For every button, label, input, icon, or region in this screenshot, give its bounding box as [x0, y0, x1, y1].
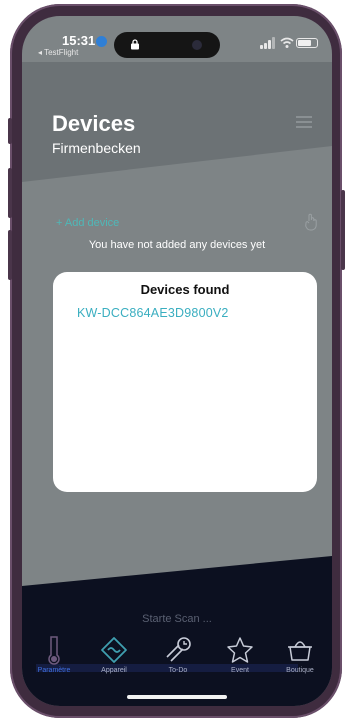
- shop-icon: [288, 641, 312, 661]
- volume-up-button: [8, 168, 12, 218]
- back-to-app-link[interactable]: ◂ TestFlight: [38, 48, 78, 57]
- device-icon: [101, 637, 127, 663]
- tab-label: Appareil: [101, 667, 127, 674]
- tab-event[interactable]: Event: [212, 635, 268, 683]
- thermometer-icon: [48, 636, 60, 665]
- dialog-title: Devices found: [140, 282, 230, 297]
- devices-found-dialog: Devices found KW-DCC864AE3D9800V2: [53, 272, 317, 492]
- star-icon: [227, 637, 253, 663]
- tab-parametre[interactable]: Paramètre: [26, 635, 82, 683]
- lock-icon: [131, 39, 139, 50]
- page-subtitle: Firmenbecken: [52, 140, 141, 156]
- side-button: [8, 118, 12, 144]
- tab-boutique[interactable]: Boutique: [272, 635, 328, 683]
- system-icons: [260, 37, 318, 49]
- page-title: Devices: [52, 111, 136, 136]
- found-device-item[interactable]: KW-DCC864AE3D9800V2: [77, 306, 229, 320]
- volume-down-button: [8, 230, 12, 280]
- tab-todo[interactable]: To-Do: [150, 635, 206, 683]
- tab-appareil[interactable]: Appareil: [86, 635, 142, 683]
- tab-label: Event: [231, 667, 249, 674]
- wifi-icon: [280, 37, 294, 48]
- status-bar: 15:31 ◂ TestFlight: [22, 16, 332, 62]
- empty-devices-message: You have not added any devices yet: [88, 239, 266, 251]
- app-screen: 15:31 ◂ TestFlight Devices Firmenbecken …: [22, 16, 332, 706]
- tab-label: Paramètre: [37, 667, 71, 674]
- dynamic-island: [114, 32, 220, 58]
- tab-label: Boutique: [286, 667, 314, 674]
- battery-icon: [296, 38, 318, 48]
- scan-status-text: Starte Scan ...: [142, 613, 212, 625]
- power-button: [341, 190, 345, 270]
- location-icon: [96, 36, 107, 47]
- home-indicator[interactable]: [127, 695, 227, 699]
- tab-bar: Paramètre Appareil To-Do Event Boutique: [22, 631, 332, 687]
- menu-icon[interactable]: [296, 116, 312, 128]
- add-device-button[interactable]: + Add device: [56, 217, 119, 229]
- todo-icon: [166, 637, 191, 662]
- camera-icon: [192, 40, 202, 50]
- tab-label: To-Do: [168, 667, 188, 674]
- status-time: 15:31: [62, 33, 96, 48]
- hand-pointer-icon[interactable]: [304, 213, 318, 231]
